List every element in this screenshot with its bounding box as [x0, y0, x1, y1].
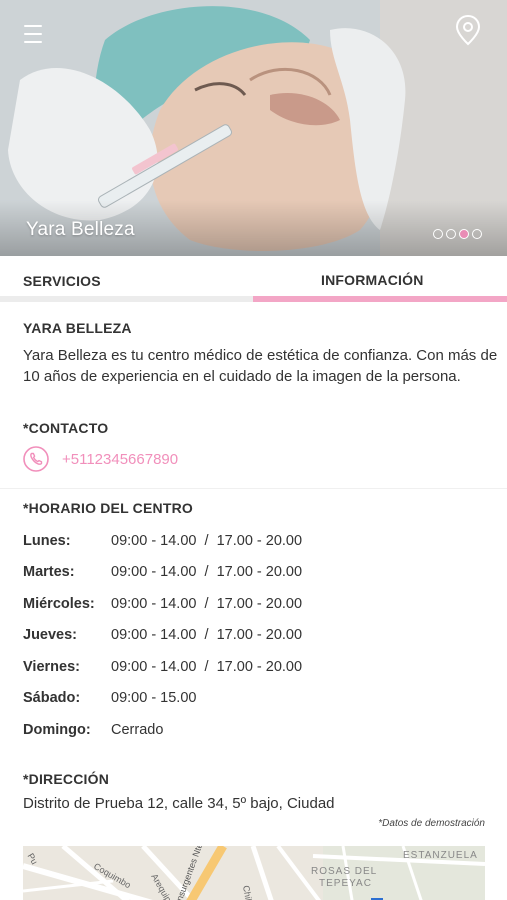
- hours-value: 09:00 - 14.00 / 17.00 - 20.00: [111, 564, 303, 580]
- hours-day: Sábado:: [23, 690, 81, 706]
- hours-value: 09:00 - 14.00 / 17.00 - 20.00: [111, 627, 303, 643]
- business-name-heading: YARA BELLEZA: [23, 320, 132, 336]
- tab-underline: [0, 296, 253, 302]
- hours-value: 09:00 - 15.00: [111, 690, 197, 706]
- hours-day: Miércoles:: [23, 596, 95, 612]
- hours-day: Jueves:: [23, 627, 78, 643]
- hours-value: 09:00 - 14.00 / 17.00 - 20.00: [111, 659, 303, 675]
- carousel-dot[interactable]: [472, 229, 482, 239]
- tab-underline-active: [253, 296, 507, 302]
- divider: [0, 488, 507, 489]
- phone-number: +5112345667890: [62, 450, 179, 468]
- demo-data-note: *Datos de demostración: [378, 818, 485, 829]
- address-heading: *DIRECCIÓN: [23, 771, 110, 787]
- hours-value: Cerrado: [111, 722, 164, 738]
- hours-heading: *HORARIO DEL CENTRO: [23, 500, 193, 516]
- hamburger-menu-icon[interactable]: [24, 22, 46, 46]
- tab-informacion[interactable]: INFORMACIÓN: [253, 256, 507, 302]
- tab-servicios[interactable]: SERVICIOS: [0, 256, 253, 302]
- map-tiles: Pu Coquimbo Arequipa Insurgentes Nte Chi…: [23, 846, 485, 900]
- map-pin-icon[interactable]: [455, 14, 481, 46]
- tab-informacion-label: INFORMACIÓN: [321, 272, 424, 288]
- business-description: Yara Belleza es tu centro médico de esté…: [23, 347, 498, 385]
- contact-heading: *CONTACTO: [23, 420, 109, 436]
- map-label: ROSAS DEL: [311, 866, 377, 877]
- hero-title: Yara Belleza: [26, 219, 135, 240]
- map-label: TEPEYAC: [319, 878, 372, 889]
- location-map[interactable]: Pu Coquimbo Arequipa Insurgentes Nte Chi…: [23, 846, 485, 900]
- carousel-dot[interactable]: [446, 229, 456, 239]
- hours-value: 09:00 - 14.00 / 17.00 - 20.00: [111, 533, 303, 549]
- hours-day: Lunes:: [23, 533, 71, 549]
- hours-day: Viernes:: [23, 659, 80, 675]
- address-text: Distrito de Prueba 12, calle 34, 5º bajo…: [23, 795, 335, 812]
- map-label: ESTANZUELA: [403, 850, 478, 861]
- carousel-dot[interactable]: [433, 229, 443, 239]
- phone-icon: [23, 446, 49, 472]
- hero-photo: [0, 0, 507, 256]
- carousel-indicator[interactable]: [433, 229, 482, 239]
- tab-servicios-label: SERVICIOS: [23, 273, 101, 289]
- hours-day: Domingo:: [23, 722, 91, 738]
- phone-contact[interactable]: +5112345667890: [23, 446, 178, 472]
- hours-value: 09:00 - 14.00 / 17.00 - 20.00: [111, 596, 303, 612]
- hours-day: Martes:: [23, 564, 75, 580]
- tab-bar: SERVICIOS INFORMACIÓN: [0, 256, 507, 302]
- hero-banner[interactable]: Yara Belleza: [0, 0, 507, 256]
- carousel-dot-active[interactable]: [459, 229, 469, 239]
